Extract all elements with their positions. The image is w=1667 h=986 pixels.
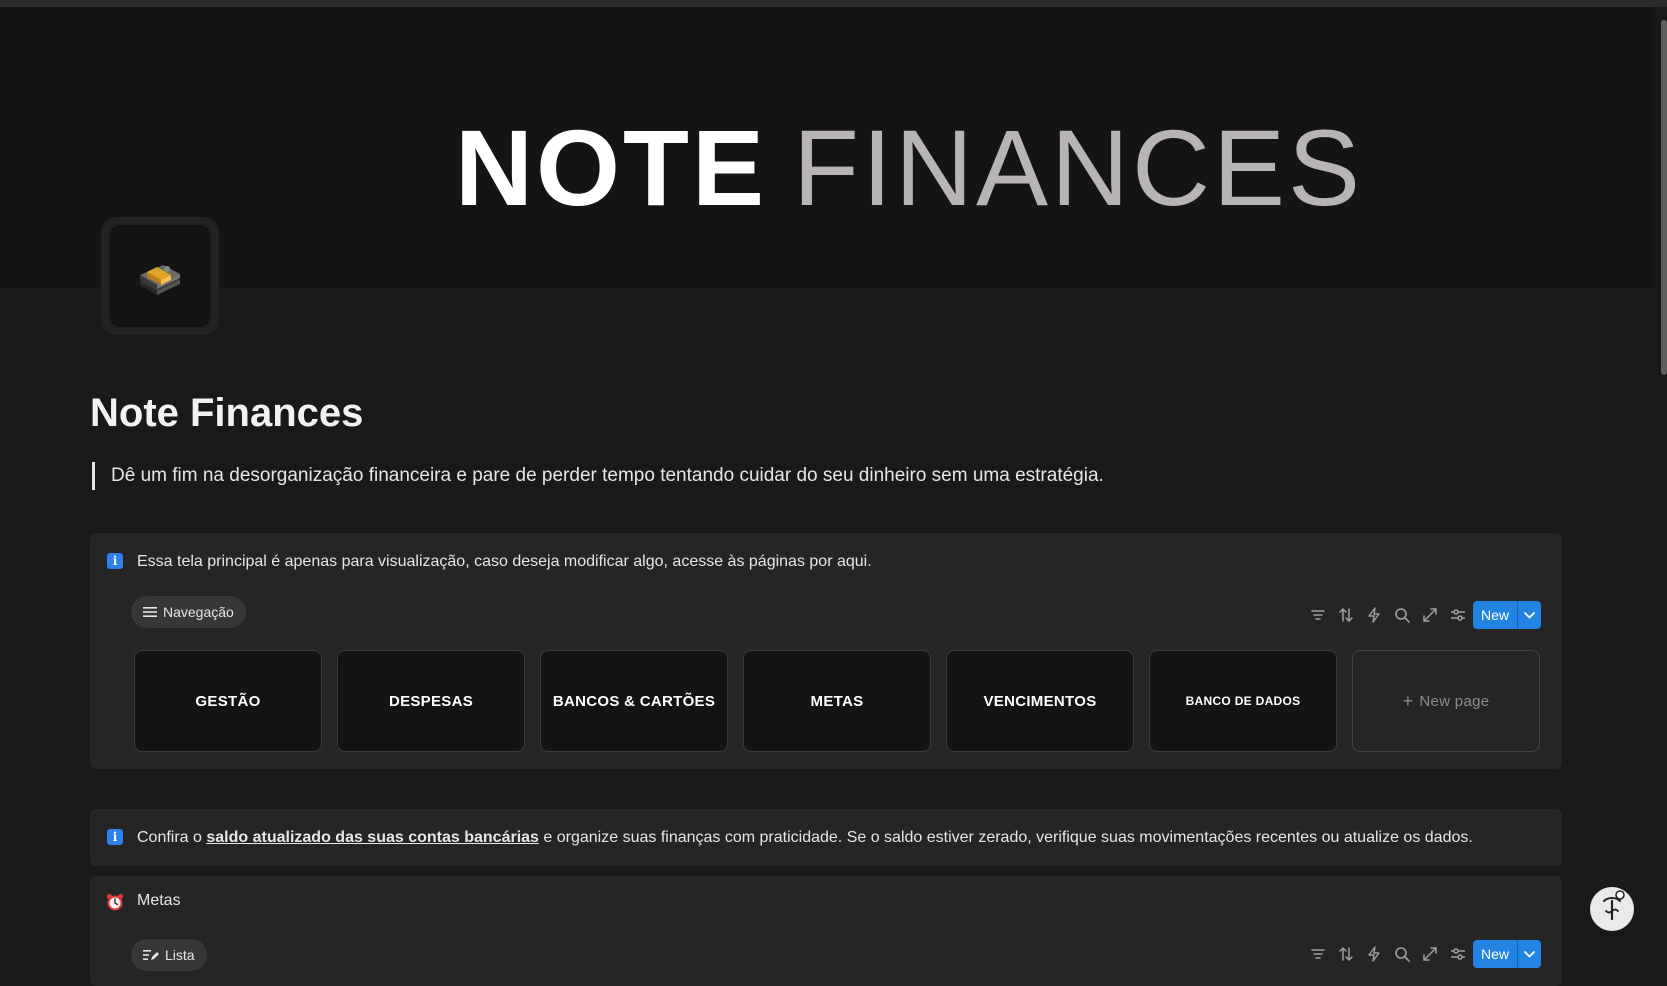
filter-icon[interactable] xyxy=(1308,605,1328,625)
new-dropdown-button[interactable] xyxy=(1517,601,1541,629)
card-metas[interactable]: METAS xyxy=(743,650,931,752)
callout-text: Essa tela principal é apenas para visual… xyxy=(137,553,872,570)
new-page-label: New page xyxy=(1419,692,1490,710)
alarm-clock-icon xyxy=(107,894,123,911)
balance-callout-text: Confira o saldo atualizado das suas cont… xyxy=(137,829,1473,847)
view-tab-label: Navegação xyxy=(163,604,234,620)
expand-icon[interactable] xyxy=(1420,605,1440,625)
info-icon: i xyxy=(107,829,123,845)
database-toolbar: New xyxy=(1308,940,1541,968)
page-icon[interactable] xyxy=(101,217,219,335)
list-edit-icon xyxy=(143,950,159,961)
cover-title-bold: NOTE xyxy=(455,107,768,228)
balance-text-before: Confira o xyxy=(137,829,202,846)
page-quote: Dê um fim na desorganização financeira e… xyxy=(92,462,1104,490)
card-banco-de-dados[interactable]: BANCO DE DADOS xyxy=(1149,650,1337,752)
chevron-down-icon xyxy=(1524,612,1535,619)
top-bar xyxy=(0,0,1667,7)
money-stack-icon xyxy=(140,265,180,295)
list-icon xyxy=(143,607,157,618)
card-gestao[interactable]: GESTÃO xyxy=(134,650,322,752)
new-button[interactable]: New xyxy=(1473,940,1517,968)
sort-icon[interactable] xyxy=(1336,605,1356,625)
page-scrollbar[interactable] xyxy=(1661,20,1667,375)
new-dropdown-button[interactable] xyxy=(1517,940,1541,968)
plus-icon: + xyxy=(1402,690,1414,711)
new-page-card[interactable]: + New page xyxy=(1352,650,1540,752)
metas-title: Metas xyxy=(137,892,181,909)
settings-sliders-icon[interactable] xyxy=(1448,944,1468,964)
view-tab-label: Lista xyxy=(165,947,195,963)
card-despesas[interactable]: DESPESAS xyxy=(337,650,525,752)
automation-bolt-icon[interactable] xyxy=(1364,944,1384,964)
help-button[interactable] xyxy=(1590,887,1634,931)
navigation-callout: i Essa tela principal é apenas para visu… xyxy=(90,533,1562,769)
page-title: Note Finances xyxy=(90,391,364,435)
cover-title: NOTE FINANCES xyxy=(455,103,1363,233)
search-icon[interactable] xyxy=(1392,605,1412,625)
cover-image: NOTE FINANCES xyxy=(0,7,1652,288)
chevron-down-icon xyxy=(1524,951,1535,958)
cover-title-light: FINANCES xyxy=(793,107,1364,228)
card-vencimentos[interactable]: VENCIMENTOS xyxy=(946,650,1134,752)
expand-icon[interactable] xyxy=(1420,944,1440,964)
help-mascot-icon xyxy=(1603,890,1625,921)
info-icon: i xyxy=(107,553,123,569)
sort-icon[interactable] xyxy=(1336,944,1356,964)
view-tab-navegacao[interactable]: Navegação xyxy=(131,596,246,628)
metas-callout: Metas Lista New xyxy=(90,876,1562,986)
page-icon-frame xyxy=(109,225,211,327)
balance-callout: i Confira o saldo atualizado das suas co… xyxy=(90,809,1562,866)
balance-text-after: e organize suas finanças com praticidade… xyxy=(543,829,1473,846)
settings-sliders-icon[interactable] xyxy=(1448,605,1468,625)
new-button[interactable]: New xyxy=(1473,601,1517,629)
balance-link[interactable]: saldo atualizado das suas contas bancári… xyxy=(206,829,539,846)
filter-icon[interactable] xyxy=(1308,944,1328,964)
card-bancos-cartoes[interactable]: BANCOS & CARTÕES xyxy=(540,650,728,752)
database-toolbar: New xyxy=(1308,601,1541,629)
automation-bolt-icon[interactable] xyxy=(1364,605,1384,625)
search-icon[interactable] xyxy=(1392,944,1412,964)
view-tab-lista[interactable]: Lista xyxy=(131,939,207,971)
